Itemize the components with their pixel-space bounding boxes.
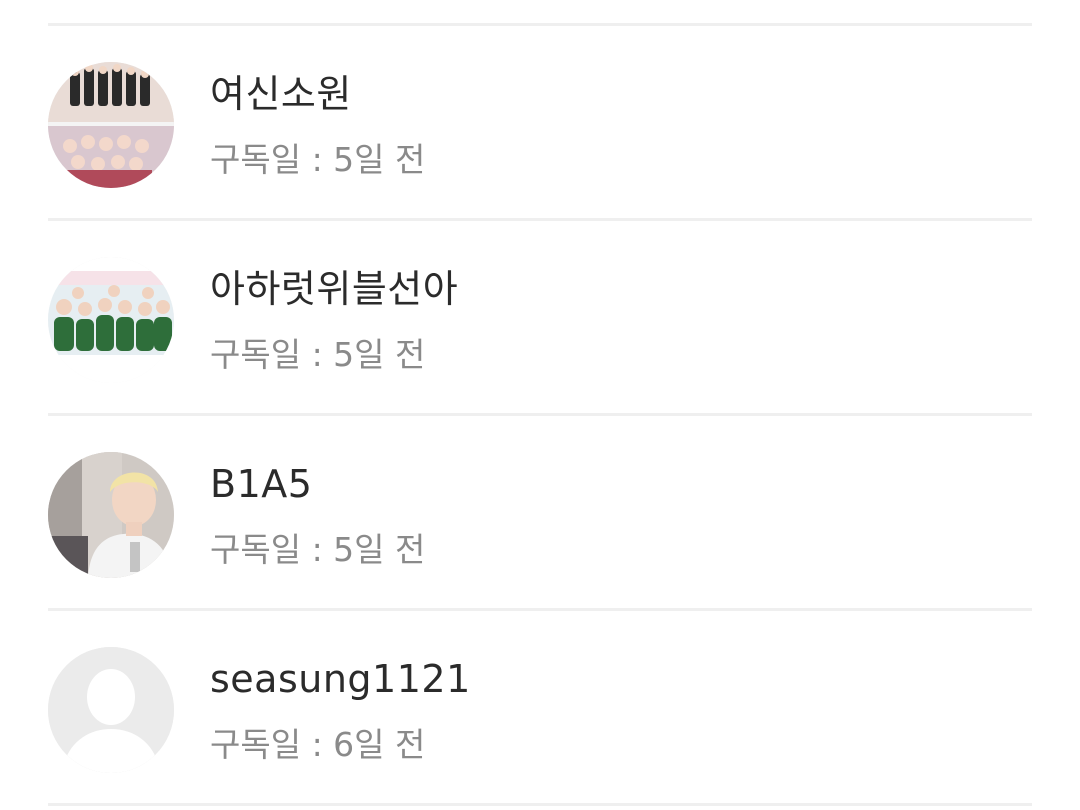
subscribed-date: 구독일 : 5일 전 xyxy=(210,140,426,179)
divider xyxy=(48,803,1032,806)
subscription-list: 여신소원 구독일 : 5일 전 아하럿위블선아 구독일: 5일 전 B1A5 … xyxy=(0,0,1080,810)
person-photo-icon xyxy=(48,452,174,578)
subscribed-date: 구독일 : 5일 전 xyxy=(210,530,426,569)
list-item[interactable]: seasung1121 구독일 : 6일 전 xyxy=(48,611,1032,803)
user-placeholder-icon xyxy=(48,647,174,773)
group-photo-icon xyxy=(48,257,174,383)
channel-name[interactable]: 아하럿위블선아 xyxy=(210,265,458,313)
subscribed-date: 구독일 : 6일 전 xyxy=(210,725,426,764)
list-item[interactable]: 아하럿위블선아 구독일 : 5일 전 xyxy=(48,221,1032,413)
channel-name[interactable]: B1A5 xyxy=(210,460,312,508)
person-photo-avatar[interactable] xyxy=(48,452,174,578)
subscribed-date: 구독일 : 5일 전 xyxy=(210,335,426,374)
list-item[interactable]: B1A5 구독일 : 5일 전 xyxy=(48,416,1032,608)
list-item[interactable]: 여신소원 구독일 : 5일 전 xyxy=(48,26,1032,218)
group-photo-icon xyxy=(48,62,174,188)
channel-name[interactable]: seasung1121 xyxy=(210,655,471,703)
default-user-avatar[interactable] xyxy=(48,647,174,773)
channel-name[interactable]: 여신소원 xyxy=(210,70,352,118)
group-photo-avatar[interactable] xyxy=(48,62,174,188)
group-photo-avatar[interactable] xyxy=(48,257,174,383)
